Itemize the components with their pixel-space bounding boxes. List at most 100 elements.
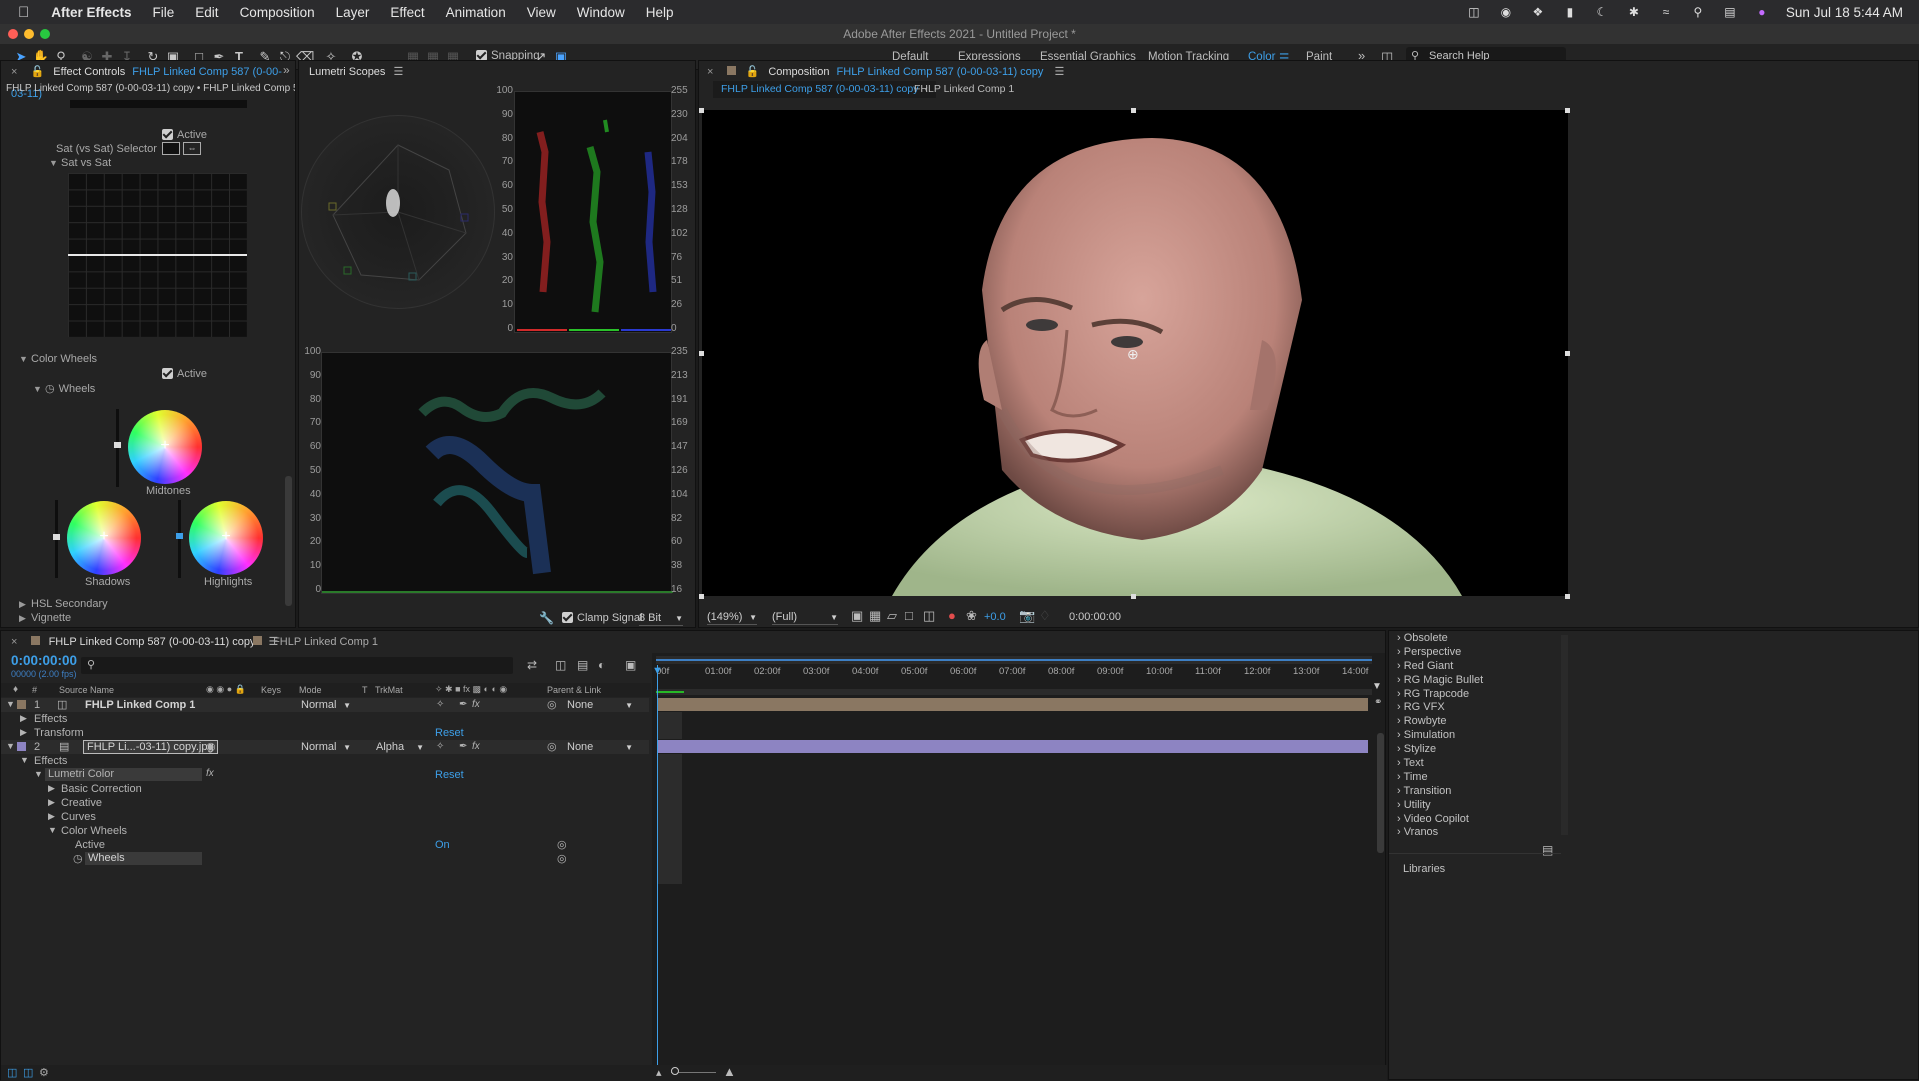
grid-guides-icon[interactable]: ◫ [923,608,935,624]
close-tab-icon[interactable]: × [707,66,713,78]
layer-row-1[interactable]: ▼ 1 ◫ FHLP Linked Comp 1 Normal ▼ ✧ ✒ fx … [1,698,649,712]
menu-file[interactable]: File [153,5,175,20]
chevron-right-icon[interactable]: ▶ [48,811,55,822]
fx-switch-icon[interactable]: fx [472,741,480,752]
lumetri-reset-button[interactable]: Reset [435,769,464,781]
timeline-search-input[interactable]: ⚲ [81,657,513,674]
chevron-right-icon[interactable]: ▶ [48,783,55,794]
transfer-controls-toggle-icon[interactable]: ◫ [23,1066,33,1079]
comp-button-icon[interactable]: ⚭ [1374,697,1382,708]
menu-help[interactable]: Help [646,5,674,20]
color-wheels-active-toggle[interactable]: Active [162,368,207,380]
resolution-dropdown[interactable]: (Full) ▼ [772,611,838,625]
fx-switch-icon[interactable]: fx [472,699,480,710]
layer-name[interactable]: FHLP Linked Comp 1 [85,699,195,711]
work-area-range[interactable] [656,659,1372,661]
timeline-tab-active[interactable]: × FHLP Linked Comp 587 (0-00-03-11) copy… [11,631,278,653]
search-icon[interactable]: ⚲ [1689,5,1707,19]
channel-icon[interactable]: ● [948,608,956,623]
close-tab-icon[interactable]: × [11,636,17,648]
close-window-button[interactable] [8,29,18,39]
quality-switch-icon[interactable]: ✒ [459,699,467,710]
zoom-slider-handle[interactable] [671,1067,679,1075]
menubar-clock[interactable]: Sun Jul 18 5:44 AM [1786,5,1903,20]
wheels-property-label[interactable]: Wheels [85,852,202,865]
breadcrumb-parent[interactable]: FHLP Linked Comp 1 [914,83,1014,95]
menu-composition[interactable]: Composition [240,5,315,20]
col-keys[interactable]: Keys [261,685,281,695]
effect-controls-tab[interactable]: × 🔓 Effect Controls FHLP Linked Comp 587… [11,61,295,100]
shadows-wheel[interactable]: + [67,501,141,575]
zoom-in-icon[interactable]: ▲ [723,1064,736,1079]
active-property-row[interactable]: Active On ◎ [1,838,649,852]
menu-animation[interactable]: Animation [446,5,506,20]
frame-blending-icon[interactable]: ◐ [598,658,605,672]
control-center-icon[interactable]: ▤ [1721,5,1739,19]
video-visibility-icon[interactable]: ◉ [206,740,216,753]
effect-category-item[interactable]: › RG VFX [1389,701,1549,715]
anchor-point-icon[interactable]: ⊕ [1127,346,1139,363]
col-source-name[interactable]: Source Name [59,685,114,695]
effect-category-item[interactable]: › Text [1389,757,1549,771]
draft-3d-icon[interactable]: ◫ [555,658,566,672]
layer-parent-dropdown[interactable]: None ▼ [567,741,633,755]
layer2-effects-row[interactable]: ▼ Effects [1,754,649,768]
col-parent-link[interactable]: Parent & Link [547,685,601,695]
highlights-wheel[interactable]: + [189,501,263,575]
lumetri-color-label[interactable]: Lumetri Color [45,768,202,781]
basic-correction-row[interactable]: ▶ Basic Correction [1,782,649,796]
menu-view[interactable]: View [527,5,556,20]
effect-controls-scrollbar[interactable] [285,476,292,606]
libraries-tab[interactable]: Libraries [1403,863,1445,875]
fast-previews-icon[interactable]: ▣ [851,608,863,624]
wheels-toggle[interactable]: ▼ ◷ Wheels [33,382,95,395]
transform-handle-b[interactable] [1131,594,1136,599]
chevron-right-icon[interactable]: ▶ [20,727,27,738]
zoom-window-button[interactable] [40,29,50,39]
zoom-out-icon[interactable]: ▴ [656,1066,662,1079]
midtones-slider[interactable] [114,409,121,487]
effect-category-item[interactable]: › RG Magic Bullet [1389,674,1549,688]
layer-mode-dropdown[interactable]: Normal ▼ [301,741,351,755]
layer1-transform-row[interactable]: ▶ Transform Reset [1,726,649,740]
creative-cloud-icon[interactable]: ◉ [1497,5,1515,19]
composition-mini-flowchart-icon[interactable]: ⇄ [527,658,537,672]
collapse-switch-icon[interactable]: ✧ [436,699,444,710]
snapshot-icon[interactable]: 📷 [1019,608,1035,624]
panel-menu-icon[interactable]: » [283,63,290,77]
lumetri-scopes-tab[interactable]: Lumetri Scopes ☰ [309,61,403,83]
lumetri-color-row[interactable]: ▼ Lumetri Color fx Reset [1,768,649,782]
layer2-duration-bar[interactable] [658,740,1368,753]
transform-handle-br[interactable] [1565,594,1570,599]
effect-category-item[interactable]: › RG Trapcode [1389,688,1549,702]
current-time-indicator[interactable] [657,665,658,1065]
chevron-down-icon[interactable]: ▼ [34,769,43,779]
col-t[interactable]: T [362,685,368,695]
layer-trkmat-dropdown[interactable]: Alpha ▼ [376,741,424,755]
layer-label-color[interactable] [17,742,26,751]
shadows-slider[interactable] [53,500,60,578]
bit-depth-dropdown[interactable]: 8 Bit ▼ [639,612,683,626]
eyedropper-icon[interactable]: ⇔ [183,142,201,155]
effect-category-item[interactable]: › Red Giant [1389,660,1549,674]
transform-handle-r[interactable] [1565,351,1570,356]
exposure-value[interactable]: +0.0 [984,611,1006,623]
effect-category-item[interactable]: › Time [1389,771,1549,785]
pickwhip-icon[interactable]: ◎ [547,740,557,753]
active-property-value[interactable]: On [435,839,450,851]
effects-scrollbar[interactable] [1561,635,1568,835]
effect-category-item[interactable]: › Transition [1389,785,1549,799]
effect-category-item[interactable]: › Simulation [1389,729,1549,743]
breadcrumb-active[interactable]: FHLP Linked Comp 587 (0-00-03-11) copy ‹ [713,81,936,98]
timeline-tab-other[interactable]: FHLP Linked Comp 1 [253,631,378,653]
effect-category-item[interactable]: › Utility [1389,799,1549,813]
fx-icon[interactable]: fx [206,768,214,779]
close-tab-icon[interactable]: × [11,66,17,78]
siri-icon[interactable]: ● [1753,5,1771,19]
chevron-right-icon[interactable]: ▶ [20,713,27,724]
chevron-down-icon[interactable]: ▼ [48,825,57,835]
col-mode[interactable]: Mode [299,685,322,695]
label-column-icon[interactable]: ♦ [13,684,18,695]
curves-row[interactable]: ▶ Curves [1,810,649,824]
show-snapshot-icon[interactable]: ♢ [1039,608,1051,624]
